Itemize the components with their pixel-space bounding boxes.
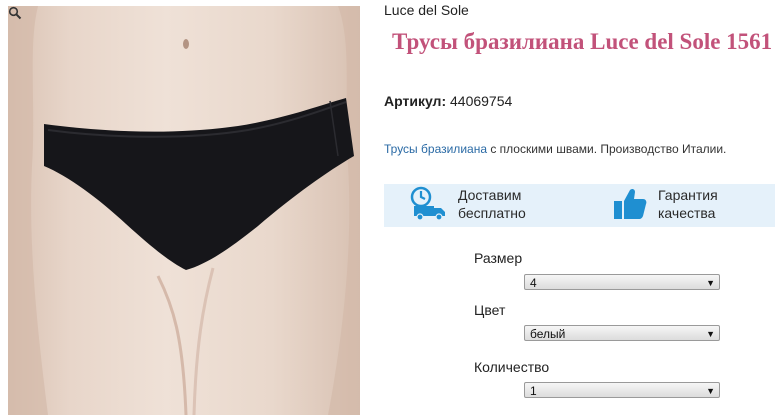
quantity-label: Количество: [474, 359, 550, 375]
benefit-quality-line2: качества: [658, 205, 716, 221]
benefit-quality-guarantee: Гарантия качества: [612, 186, 718, 222]
sku-value: 44069754: [450, 93, 513, 109]
product-photo-illustration: [8, 6, 360, 415]
description-text: с плоскими швами. Производство Италии.: [487, 142, 727, 156]
benefit-delivery-line1: Доставим: [458, 187, 522, 203]
truck-clock-icon: [410, 186, 445, 221]
sku-row: Артикул: 44069754: [384, 93, 512, 109]
product-description: Трусы бразилиана с плоскими швами. Произ…: [384, 142, 726, 156]
benefit-delivery-line2: бесплатно: [458, 205, 526, 221]
quantity-selected-value: 1: [530, 384, 537, 398]
quantity-dropdown-arrow-icon[interactable]: ▼: [706, 383, 715, 399]
color-dropdown-arrow-icon[interactable]: ▼: [706, 326, 715, 342]
benefits-bar: Доставим бесплатно Гарантия качества: [384, 184, 775, 227]
zoom-icon[interactable]: [8, 6, 22, 20]
brand-name[interactable]: Luce del Sole: [384, 2, 469, 18]
color-label: Цвет: [474, 302, 506, 318]
thumbs-up-icon: [614, 188, 647, 219]
product-image[interactable]: [8, 6, 360, 415]
quantity-select[interactable]: 1 ▼: [524, 382, 720, 398]
benefit-free-delivery: Доставим бесплатно: [410, 186, 526, 222]
size-label: Размер: [474, 250, 523, 266]
category-link[interactable]: Трусы бразилиана: [384, 142, 487, 156]
color-select[interactable]: белый ▼: [524, 325, 720, 341]
product-title: Трусы бразилиана Luce del Sole 1561: [392, 29, 773, 54]
size-selected-value: 4: [530, 276, 537, 290]
color-selected-value: белый: [530, 327, 566, 341]
size-dropdown-arrow-icon[interactable]: ▼: [706, 275, 715, 291]
size-select[interactable]: 4 ▼: [524, 274, 720, 290]
sku-label: Артикул:: [384, 93, 447, 109]
benefit-quality-line1: Гарантия: [658, 187, 718, 203]
